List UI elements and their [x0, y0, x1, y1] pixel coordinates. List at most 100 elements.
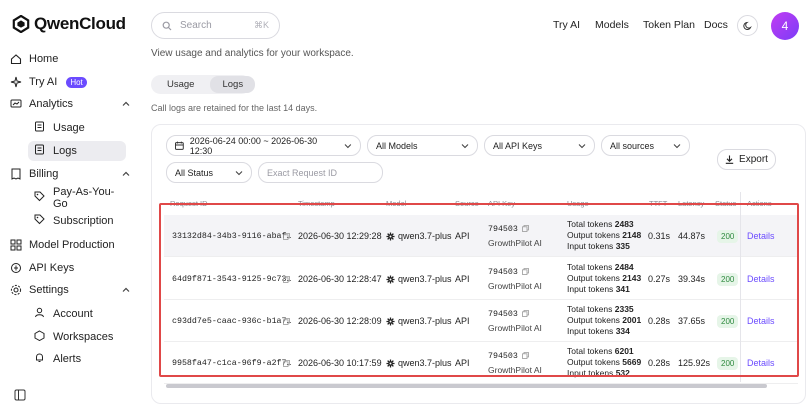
col-timestamp[interactable]: Timestamp [298, 199, 335, 208]
sidebar-item-label: API Keys [29, 262, 75, 274]
sidebar-item-pay-as-you-go[interactable]: Pay-As-You-Go [28, 186, 126, 210]
request-id-cell: 64d9f871-3543-9125-9c73… [172, 275, 292, 284]
copy-icon[interactable] [283, 276, 290, 283]
output-tokens-line: Output tokens 2001 [567, 315, 641, 326]
sidebar-item-api-keys[interactable]: API Keys [10, 258, 74, 278]
table-row[interactable]: 9958fa47-c1ca-96f9-a2f7… 2026-06-30 10:1… [164, 342, 798, 384]
sidebar-item-label: Subscription [53, 215, 114, 227]
sidebar-item-label: Analytics [29, 98, 74, 110]
search-icon [162, 21, 172, 30]
export-button[interactable]: Export [717, 149, 776, 170]
sidebar-item-analytics[interactable]: Analytics [10, 94, 73, 114]
sidebar-item-home[interactable]: Home [10, 49, 58, 69]
model-gear-icon [386, 317, 395, 326]
sidebar-item-workspaces[interactable]: Workspaces [28, 327, 126, 347]
status-select[interactable]: All Status [166, 162, 252, 183]
topnav-try-ai[interactable]: Try AI [553, 19, 580, 31]
sidebar-item-try-ai[interactable]: Try AI Hot [10, 72, 87, 92]
total-tokens-label: Total tokens [567, 219, 613, 229]
details-link[interactable]: Details [747, 231, 775, 241]
details-link[interactable]: Details [747, 274, 775, 284]
col-ttft[interactable]: TTFT [649, 199, 667, 208]
status-badge: 200 [717, 315, 739, 328]
copy-icon[interactable] [521, 352, 529, 360]
chevron-down-icon [578, 143, 586, 148]
tab-logs[interactable]: Logs [210, 76, 256, 93]
sidebar-item-logs[interactable]: Logs [28, 141, 126, 161]
sidebar-item-alerts[interactable]: Alerts [28, 349, 126, 369]
status-badge: 200 [717, 357, 739, 370]
sidebar-item-subscription[interactable]: Subscription [28, 211, 126, 231]
input-tokens-label: Input tokens [567, 241, 614, 251]
latency-cell: 39.34s [678, 274, 706, 284]
tab-usage[interactable]: Usage [155, 76, 206, 93]
chevron-up-icon[interactable] [122, 286, 130, 294]
copy-icon[interactable] [521, 310, 529, 318]
col-api-key[interactable]: API Key [488, 199, 515, 208]
table-row[interactable]: 33132d84-34b3-9116-abaf… 2026-06-30 12:2… [164, 215, 798, 257]
output-tokens-line: Output tokens 2143 [567, 273, 641, 284]
copy-icon[interactable] [521, 268, 529, 276]
sidebar-item-usage[interactable]: Usage [28, 118, 126, 138]
model-select-value: All Models [376, 140, 418, 151]
bell-icon [34, 352, 45, 366]
source-select[interactable]: All sources [601, 135, 690, 156]
sidebar-item-account[interactable]: Account [28, 304, 126, 324]
sidebar-item-label: Logs [53, 145, 77, 157]
input-tokens-line: Input tokens 341 [567, 284, 641, 295]
model-cell: qwen3.7-plus [386, 274, 452, 284]
copy-icon[interactable] [283, 233, 290, 240]
model-select[interactable]: All Models [367, 135, 478, 156]
input-tokens-line: Input tokens 532 [567, 368, 641, 379]
sidebar-item-settings[interactable]: Settings [10, 280, 69, 300]
topnav-token-plan[interactable]: Token Plan [643, 19, 695, 31]
chevron-up-icon[interactable] [122, 170, 130, 178]
total-tokens-line: Total tokens 6201 [567, 346, 641, 357]
details-link[interactable]: Details [747, 358, 775, 368]
col-source[interactable]: Source [455, 199, 479, 208]
input-tokens-label: Input tokens [567, 368, 614, 378]
col-request-id[interactable]: Request ID [170, 199, 208, 208]
col-usage[interactable]: Usage [567, 199, 589, 208]
col-latency[interactable]: Latency [678, 199, 704, 208]
chevron-up-icon[interactable] [122, 100, 130, 108]
api-key-select[interactable]: All API Keys [484, 135, 595, 156]
details-link[interactable]: Details [747, 316, 775, 326]
col-model[interactable]: Model [386, 199, 406, 208]
source-cell: API [455, 231, 470, 241]
output-tokens-value: 2143 [622, 273, 642, 283]
sidebar-collapse-icon[interactable] [14, 389, 26, 401]
horizontal-scrollbar[interactable] [166, 384, 767, 388]
theme-toggle-button[interactable] [737, 15, 758, 36]
model-name: qwen3.7-plus [398, 358, 452, 368]
status-badge: 200 [717, 273, 739, 286]
request-id-input[interactable]: Exact Request ID [258, 162, 383, 183]
copy-icon[interactable] [521, 225, 529, 233]
brand-name: QwenCloud [34, 14, 126, 33]
source-cell: API [455, 274, 470, 284]
api-key-name: GrowthPilot AI [488, 365, 542, 375]
brand-logo[interactable]: QwenCloud [12, 14, 126, 34]
sidebar-item-billing[interactable]: Billing [10, 164, 58, 184]
sidebar-item-label: Billing [29, 168, 59, 180]
api-key-select-value: All API Keys [493, 140, 543, 151]
copy-icon[interactable] [283, 318, 290, 325]
output-tokens-label: Output tokens [567, 315, 620, 325]
timestamp-cell: 2026-06-30 12:29:28 [298, 231, 382, 241]
date-range-picker[interactable]: 2026-06-24 00:00 ~ 2026-06-30 12:30 [166, 135, 361, 156]
sidebar-item-model-production[interactable]: Model Production [10, 235, 115, 255]
topnav-docs[interactable]: Docs [704, 19, 728, 31]
input-tokens-value: 341 [615, 284, 630, 294]
sidebar-item-label: Usage [53, 122, 85, 134]
topnav-models[interactable]: Models [595, 19, 629, 31]
copy-icon[interactable] [283, 360, 290, 367]
table-row[interactable]: c93dd7e5-caac-936c-b1a7… 2026-06-30 12:2… [164, 300, 798, 342]
col-status[interactable]: Status [715, 199, 736, 208]
sidebar-item-label: Home [29, 53, 59, 65]
api-key-cell: 794503 [488, 310, 529, 319]
calendar-icon [175, 141, 184, 150]
avatar[interactable]: 4 [771, 12, 799, 40]
total-tokens-line: Total tokens 2484 [567, 262, 641, 273]
search-input[interactable]: Search ⌘K [151, 12, 280, 39]
table-row[interactable]: 64d9f871-3543-9125-9c73… 2026-06-30 12:2… [164, 258, 798, 300]
